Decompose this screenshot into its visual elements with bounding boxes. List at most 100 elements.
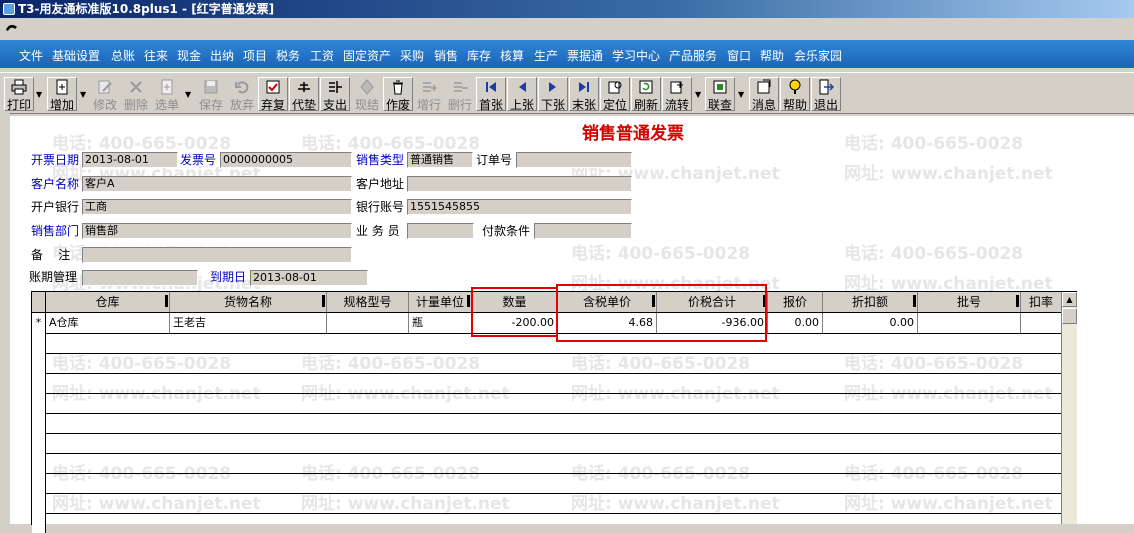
cell-qty[interactable]: -200.00 (472, 313, 558, 333)
menu-accounts[interactable]: 往来 (144, 47, 168, 64)
menu-general-ledger[interactable]: 总账 (111, 47, 135, 64)
menu-inventory[interactable]: 库存 (467, 47, 491, 64)
col-batch[interactable]: 批号 (918, 292, 1021, 312)
sale-type-field[interactable]: 普通销售 (407, 152, 473, 168)
add-button[interactable]: 增加 (47, 77, 77, 112)
save-button[interactable]: 保存 (196, 77, 226, 112)
cell-quote[interactable]: 0.00 (768, 313, 823, 333)
link-query-dropdown-icon[interactable]: ▼ (738, 91, 744, 99)
menu-file[interactable]: 文件 (19, 47, 43, 64)
advance-pay-button[interactable]: 代垫 (289, 77, 319, 112)
cell-warehouse[interactable]: A仓库 (46, 313, 170, 333)
print-button[interactable]: 打印 (4, 77, 34, 112)
table-row-empty[interactable] (32, 413, 1062, 434)
table-row-empty[interactable] (32, 393, 1062, 414)
salesman-field[interactable] (407, 223, 474, 239)
bank-field[interactable]: 工商 (82, 199, 352, 215)
prev-record-button[interactable]: 上张 (507, 77, 537, 112)
table-row-empty[interactable] (32, 353, 1062, 374)
cell-unit-price-tax[interactable]: 4.68 (558, 313, 657, 333)
menu-cash[interactable]: 现金 (177, 47, 201, 64)
table-row-empty[interactable] (32, 473, 1062, 494)
menu-club[interactable]: 会乐家园 (794, 47, 842, 64)
table-row-empty[interactable] (32, 333, 1062, 354)
cell-unit[interactable]: 瓶 (409, 313, 472, 333)
menu-billing[interactable]: 票据通 (567, 47, 603, 64)
table-row[interactable]: * A仓库 王老吉 瓶 -200.00 4.68 -936.00 0.00 0.… (32, 313, 1062, 334)
cell-rate[interactable] (1021, 313, 1062, 333)
table-row-empty[interactable] (32, 373, 1062, 394)
add-dropdown-icon[interactable]: ▼ (80, 91, 86, 99)
menu-cashier[interactable]: 出纳 (210, 47, 234, 64)
discard-button[interactable]: 放弃 (227, 77, 257, 112)
exit-button[interactable]: 退出 (811, 77, 841, 112)
invoice-no-field[interactable]: 0000000005 (220, 152, 352, 168)
void-button[interactable]: 作废 (383, 77, 413, 112)
print-dropdown-icon[interactable]: ▼ (36, 91, 42, 99)
menu-fixed-assets[interactable]: 固定资产 (343, 47, 391, 64)
table-row-empty[interactable] (32, 433, 1062, 454)
last-record-button[interactable]: 末张 (569, 77, 599, 112)
menu-production[interactable]: 生产 (534, 47, 558, 64)
menu-tax[interactable]: 税务 (276, 47, 300, 64)
flow-button[interactable]: 流转 (662, 77, 692, 112)
next-record-button[interactable]: 下张 (538, 77, 568, 112)
col-warehouse[interactable]: 仓库 (46, 292, 170, 312)
flow-dropdown-icon[interactable]: ▼ (695, 91, 701, 99)
grid-vertical-scrollbar[interactable]: ▲ (1061, 292, 1077, 524)
term-mgmt-field[interactable] (82, 270, 198, 286)
remark-field[interactable] (82, 247, 352, 263)
link-query-button[interactable]: 联查 (705, 77, 735, 112)
dept-field[interactable]: 销售部 (82, 223, 352, 239)
menu-project[interactable]: 项目 (243, 47, 267, 64)
refresh-button[interactable]: 刷新 (631, 77, 661, 112)
mdi-window-icon[interactable] (5, 22, 19, 34)
table-row-empty[interactable] (32, 493, 1062, 514)
due-date-field[interactable]: 2013-08-01 (250, 270, 368, 286)
locate-button[interactable]: 定位 (600, 77, 630, 112)
menu-sales[interactable]: 销售 (434, 47, 458, 64)
menu-basic-settings[interactable]: 基础设置 (52, 47, 100, 64)
col-qty[interactable]: 数量 (472, 292, 558, 312)
menu-payroll[interactable]: 工资 (310, 47, 334, 64)
select-doc-dropdown-icon[interactable]: ▼ (185, 91, 191, 99)
col-total-tax[interactable]: 价税合计 (657, 292, 768, 312)
menu-help[interactable]: 帮助 (760, 47, 784, 64)
message-button[interactable]: 消息 (749, 77, 779, 112)
select-doc-button[interactable]: 选单 (152, 77, 182, 112)
expense-button[interactable]: 支出 (320, 77, 350, 112)
menu-purchase[interactable]: 采购 (400, 47, 424, 64)
restore-button[interactable]: 弃复 (258, 77, 288, 112)
scroll-thumb[interactable] (1062, 308, 1077, 324)
invoice-date-field[interactable]: 2013-08-01 (82, 152, 178, 168)
table-row-empty[interactable] (32, 513, 1062, 533)
order-no-field[interactable] (516, 152, 632, 168)
cell-item-name[interactable]: 王老吉 (170, 313, 327, 333)
col-quote[interactable]: 报价 (768, 292, 823, 312)
menu-accounting[interactable]: 核算 (500, 47, 524, 64)
col-item-name[interactable]: 货物名称 (170, 292, 327, 312)
edit-button[interactable]: 修改 (90, 77, 120, 112)
cell-spec[interactable] (327, 313, 409, 333)
cell-discount[interactable]: 0.00 (823, 313, 918, 333)
menu-learning[interactable]: 学习中心 (612, 47, 660, 64)
menu-window[interactable]: 窗口 (727, 47, 751, 64)
bank-account-field[interactable]: 1551545855 (407, 199, 632, 215)
col-unit-price-tax[interactable]: 含税单价 (558, 292, 657, 312)
cell-batch[interactable] (918, 313, 1021, 333)
add-row-button[interactable]: 增行 (414, 77, 444, 112)
col-unit[interactable]: 计量单位 (409, 292, 472, 312)
customer-field[interactable]: 客户A (82, 176, 352, 192)
help-button[interactable]: 帮助 (780, 77, 810, 112)
first-record-button[interactable]: 首张 (476, 77, 506, 112)
cell-total-tax[interactable]: -936.00 (657, 313, 768, 333)
delete-button[interactable]: 删除 (121, 77, 151, 112)
col-spec[interactable]: 规格型号 (327, 292, 409, 312)
table-row-empty[interactable] (32, 453, 1062, 474)
col-rate[interactable]: 扣率 (1021, 292, 1062, 312)
customer-addr-field[interactable] (407, 176, 632, 192)
menu-products[interactable]: 产品服务 (669, 47, 717, 64)
delete-row-button[interactable]: 删行 (445, 77, 475, 112)
col-discount[interactable]: 折扣额 (823, 292, 918, 312)
scroll-up-icon[interactable]: ▲ (1062, 292, 1077, 307)
